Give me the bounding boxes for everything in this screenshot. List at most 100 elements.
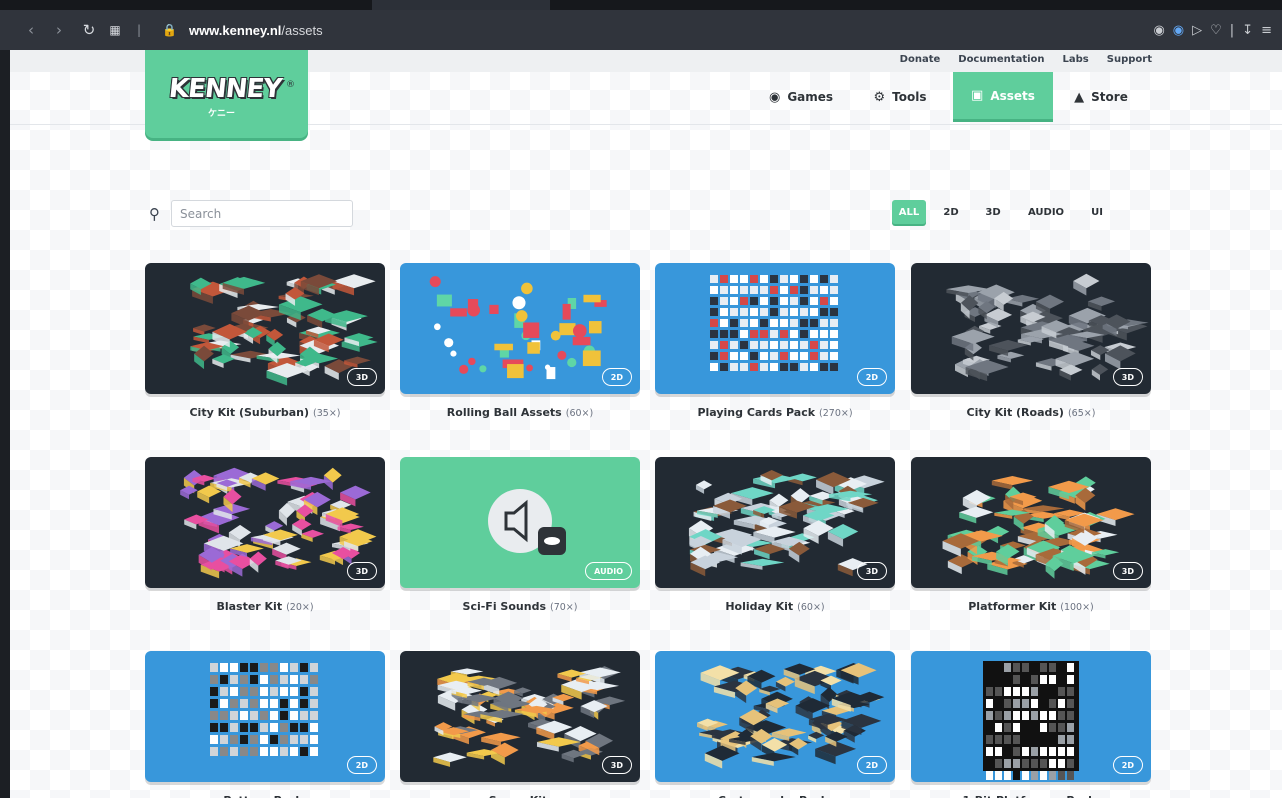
nav-games[interactable]: ◉ Games [755, 72, 847, 122]
filter-2d[interactable]: 2D [938, 200, 964, 224]
nav-label: Tools [892, 90, 927, 104]
filter-3d[interactable]: 3D [980, 200, 1006, 224]
asset-label[interactable]: Blaster Kit (20×) [145, 600, 385, 613]
asset-label[interactable]: City Kit (Roads) (65×) [911, 406, 1151, 419]
filter-audio[interactable]: AUDIO [1022, 200, 1070, 224]
active-tab[interactable] [372, 0, 550, 10]
asset-title: Sci-Fi Sounds [462, 600, 546, 613]
asset-card[interactable]: 3D City Kit (Roads) (65×) [911, 263, 1151, 419]
asset-card[interactable]: 3D Holiday Kit (60×) [655, 457, 895, 613]
asset-count: (60×) [797, 602, 825, 613]
logo-subtitle: ケニー [208, 109, 236, 119]
send-icon[interactable]: ▷ [1192, 23, 1202, 38]
asset-label[interactable]: 1-Bit Platformer Pack [911, 794, 1151, 798]
logo-registered: ® [286, 80, 295, 90]
asset-thumbnail[interactable]: 2D [145, 651, 385, 782]
asset-card[interactable]: 3D Platformer Kit (100×) [911, 457, 1151, 613]
asset-type-badge: 2D [856, 756, 887, 774]
asset-label[interactable]: Playing Cards Pack (270×) [655, 406, 895, 419]
asset-card[interactable]: 2D Cartography Pack [655, 651, 895, 798]
toplink-support[interactable]: Support [1107, 54, 1152, 65]
asset-type-badge: 2D [856, 368, 887, 386]
asset-thumbnail[interactable]: 2D [655, 651, 895, 782]
asset-card[interactable]: 2D Rolling Ball Assets (60×) [400, 263, 640, 419]
asset-thumbnail[interactable]: 3D [400, 651, 640, 782]
asset-count: (70×) [550, 602, 578, 613]
nav-tools[interactable]: ⚙ Tools [847, 72, 953, 122]
reload-icon[interactable]: ↻ [78, 21, 100, 39]
asset-type-badge: 2D [1112, 756, 1143, 774]
asset-card[interactable]: 3D City Kit (Suburban) (35×) [145, 263, 385, 419]
asset-thumbnail[interactable]: 2D [911, 651, 1151, 782]
asset-thumbnail[interactable]: 3D [911, 457, 1151, 588]
asset-label[interactable]: Sci-Fi Sounds (70×) [400, 600, 640, 613]
download-icon[interactable]: ↧ [1242, 23, 1253, 38]
asset-title: Rolling Ball Assets [446, 406, 562, 419]
asset-card[interactable]: 2D 1-Bit Platformer Pack [911, 651, 1151, 798]
asset-title: 1-Bit Platformer Pack [963, 794, 1096, 798]
toplink-donate[interactable]: Donate [900, 54, 941, 65]
camera-icon[interactable]: ◉ [1153, 23, 1164, 38]
asset-thumbnail[interactable]: 2D [400, 263, 640, 394]
nav-label: Assets [990, 88, 1035, 103]
asset-thumbnail[interactable]: 3D [145, 263, 385, 394]
asset-count: (100×) [1060, 602, 1094, 613]
heart-icon[interactable]: ♡ [1210, 23, 1222, 38]
browser-toolbar: ‹ › ↻ ▦ | 🔒 www.kenney.nl/assets ◉ ◉ ▷ ♡… [0, 10, 1282, 50]
asset-label[interactable]: Holiday Kit (60×) [655, 600, 895, 613]
back-icon[interactable]: ‹ [20, 21, 42, 39]
asset-label[interactable]: Platformer Kit (100×) [911, 600, 1151, 613]
asset-type-badge: 3D [1112, 368, 1143, 386]
shield-icon[interactable]: ◉ [1173, 23, 1184, 38]
filter-ui[interactable]: UI [1086, 200, 1108, 224]
asset-title: Holiday Kit [725, 600, 794, 613]
nav-label: Games [787, 90, 834, 104]
asset-count: (270×) [819, 408, 853, 419]
asset-label[interactable]: Space Kit [400, 794, 640, 798]
address-bar[interactable]: www.kenney.nl/assets [189, 23, 323, 38]
asset-type-badge: 3D [856, 562, 887, 580]
filter-all[interactable]: ALL [892, 200, 926, 224]
grid-icon[interactable]: ▦ [104, 23, 126, 37]
asset-card[interactable]: 2D Pattern Pack [145, 651, 385, 798]
asset-label[interactable]: City Kit (Suburban) (35×) [145, 406, 385, 419]
asset-card[interactable]: 2D Playing Cards Pack (270×) [655, 263, 895, 419]
top-links: Donate Documentation Labs Support [900, 54, 1152, 65]
separator: | [1229, 22, 1235, 38]
asset-type-badge: 3D [346, 562, 377, 580]
asset-count: (65×) [1067, 408, 1096, 419]
menu-icon[interactable]: ≡ [1261, 23, 1272, 38]
asset-label[interactable]: Pattern Pack [145, 794, 385, 798]
asset-thumbnail[interactable]: 3D [655, 457, 895, 588]
toplink-documentation[interactable]: Documentation [958, 54, 1044, 65]
asset-title: Platformer Kit [968, 600, 1057, 613]
bag-icon: ▲ [1074, 89, 1085, 105]
forward-icon[interactable]: › [48, 21, 70, 39]
asset-thumbnail[interactable]: AUDIO [400, 457, 640, 588]
asset-label[interactable]: Cartography Pack [655, 794, 895, 798]
asset-type-badge: 2D [346, 756, 377, 774]
asset-type-badge: AUDIO [585, 562, 632, 580]
asset-card[interactable]: AUDIO Sci-Fi Sounds (70×) [400, 457, 640, 613]
asset-label[interactable]: Rolling Ball Assets (60×) [400, 406, 640, 419]
nav-store[interactable]: ▲ Store [1053, 72, 1149, 122]
nav-label: Store [1091, 90, 1128, 104]
asset-type-badge: 3D [1112, 562, 1143, 580]
lock-icon: 🔒 [162, 23, 177, 37]
tab-strip [0, 0, 1282, 10]
asset-thumbnail[interactable]: 3D [145, 457, 385, 588]
asset-card[interactable]: 3D Blaster Kit (20×) [145, 457, 385, 613]
gear-icon: ⚙ [873, 89, 886, 105]
asset-thumbnail[interactable]: 2D [655, 263, 895, 394]
asset-count: (35×) [313, 408, 341, 419]
search-input[interactable] [171, 200, 353, 227]
asset-title: City Kit (Suburban) [189, 406, 310, 419]
asset-count: (60×) [565, 408, 594, 419]
kenney-logo[interactable]: KENNEY ® ケニー [145, 50, 308, 138]
asset-count: (20×) [286, 602, 314, 613]
nav-assets[interactable]: ▣ Assets [953, 72, 1053, 122]
asset-thumbnail[interactable]: 3D [911, 263, 1151, 394]
image-icon: ▣ [971, 88, 984, 103]
asset-card[interactable]: 3D Space Kit [400, 651, 640, 798]
toplink-labs[interactable]: Labs [1063, 54, 1089, 65]
